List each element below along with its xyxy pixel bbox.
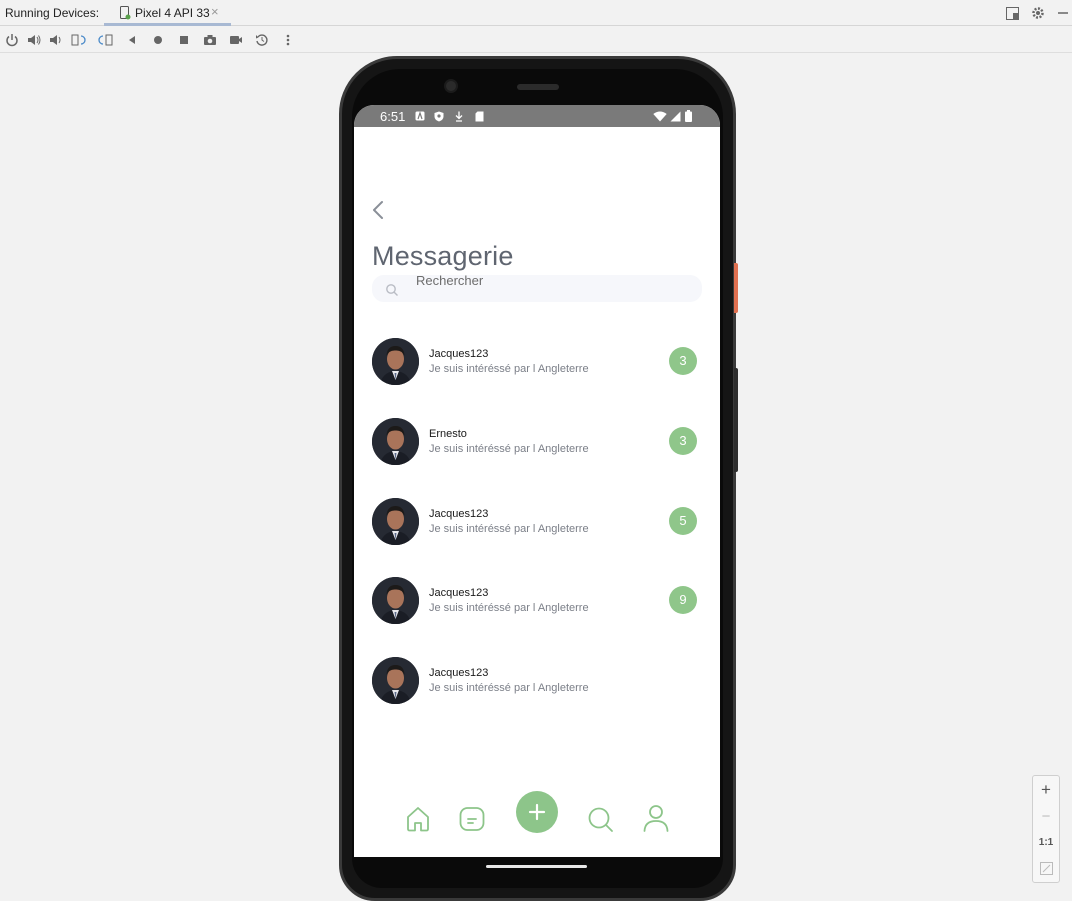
- search-input[interactable]: [416, 275, 686, 291]
- wifi-icon: [653, 110, 667, 122]
- more-icon[interactable]: [280, 32, 296, 48]
- avatar: [372, 657, 419, 704]
- contact-name: Ernesto: [429, 428, 467, 440]
- profile-icon: [643, 805, 669, 832]
- last-message: Je suis intéréssé par l Angleterre: [429, 363, 589, 375]
- unread-badge: 5: [669, 507, 697, 535]
- page-title: Messagerie: [372, 241, 514, 271]
- search-icon: [386, 284, 398, 296]
- bottom-navigation: [354, 785, 720, 845]
- cellular-signal-icon: [669, 110, 681, 122]
- power-side-button[interactable]: [734, 263, 738, 313]
- status-time: 6:51: [380, 109, 406, 124]
- zoom-in-button[interactable]: +: [1033, 777, 1059, 803]
- unread-badge: 3: [669, 347, 697, 375]
- earpiece-speaker: [517, 84, 559, 90]
- chevron-left-icon: [373, 201, 383, 219]
- search-icon: [588, 807, 613, 832]
- device-toolbar: [0, 27, 1072, 53]
- battery-icon: [684, 110, 692, 122]
- rotate-right-icon[interactable]: [97, 32, 113, 48]
- avatar: [372, 498, 419, 545]
- plus-icon: [528, 803, 546, 821]
- nav-messages-button[interactable]: [458, 805, 486, 833]
- front-camera: [444, 79, 458, 93]
- search-bar[interactable]: [372, 275, 702, 302]
- sd-card-icon: [473, 110, 485, 122]
- conversation-item[interactable]: Ernesto Je suis intéréssé par l Angleter…: [370, 418, 702, 468]
- messages-icon: [459, 807, 485, 831]
- nav-home-button[interactable]: [404, 804, 432, 834]
- nav-profile-button[interactable]: [641, 803, 671, 833]
- conversation-item[interactable]: Jacques123 Je suis intéréssé par l Angle…: [370, 657, 702, 707]
- home-icon: [407, 807, 429, 832]
- volume-down-icon[interactable]: [48, 32, 64, 48]
- conversation-item[interactable]: Jacques123 Je suis intéréssé par l Angle…: [370, 498, 702, 548]
- status-bar: 6:51: [354, 105, 720, 127]
- contact-name: Jacques123: [429, 508, 489, 520]
- contact-name: Jacques123: [429, 587, 489, 599]
- tab-pixel-4-api-33[interactable]: Pixel 4 API 33 ×: [104, 0, 231, 26]
- back-button[interactable]: [368, 199, 388, 221]
- screen-record-icon[interactable]: [228, 32, 244, 48]
- volume-up-icon[interactable]: [26, 32, 42, 48]
- gesture-home-indicator[interactable]: [486, 865, 587, 868]
- volume-side-button[interactable]: [734, 368, 738, 472]
- screenshot-icon[interactable]: [202, 32, 218, 48]
- conversation-item[interactable]: Jacques123 Je suis intéréssé par l Angle…: [370, 338, 702, 388]
- reset-icon[interactable]: [254, 32, 270, 48]
- actual-size-button[interactable]: 1:1: [1033, 829, 1059, 855]
- last-message: Je suis intéréssé par l Angleterre: [429, 523, 589, 535]
- nav-search-button[interactable]: [586, 805, 616, 835]
- unread-badge: 3: [669, 427, 697, 455]
- home-button-icon[interactable]: [150, 32, 166, 48]
- layout-icon[interactable]: [1004, 5, 1020, 21]
- avatar: [372, 577, 419, 624]
- last-message: Je suis intéréssé par l Angleterre: [429, 443, 589, 455]
- unread-badge: 9: [669, 586, 697, 614]
- last-message: Je suis intéréssé par l Angleterre: [429, 602, 589, 614]
- fit-screen-button[interactable]: [1033, 855, 1059, 881]
- device-screen: 6:51 Messagerie Ja: [354, 105, 720, 857]
- avatar: [372, 418, 419, 465]
- add-button[interactable]: [516, 791, 558, 833]
- zoom-controls: + − 1:1: [1032, 775, 1060, 883]
- running-devices-header: Running Devices: Pixel 4 API 33 ×: [0, 0, 1072, 26]
- power-icon[interactable]: [4, 32, 20, 48]
- gear-icon[interactable]: [1030, 5, 1046, 21]
- minimize-icon[interactable]: [1055, 5, 1071, 21]
- contact-name: Jacques123: [429, 348, 489, 360]
- last-message: Je suis intéréssé par l Angleterre: [429, 682, 589, 694]
- conversation-item[interactable]: Jacques123 Je suis intéréssé par l Angle…: [370, 577, 702, 627]
- rotate-left-icon[interactable]: [71, 32, 87, 48]
- device-icon: [120, 6, 131, 20]
- contact-name: Jacques123: [429, 667, 489, 679]
- close-tab-button[interactable]: ×: [211, 4, 219, 19]
- download-icon: [453, 110, 465, 122]
- avatar: [372, 338, 419, 385]
- notification-a-icon: [414, 110, 426, 122]
- tab-label: Pixel 4 API 33: [135, 6, 210, 20]
- back-icon[interactable]: [124, 32, 140, 48]
- fit-screen-icon: [1039, 861, 1053, 875]
- overview-icon[interactable]: [176, 32, 192, 48]
- panel-title: Running Devices:: [5, 6, 100, 20]
- zoom-out-button[interactable]: −: [1033, 803, 1059, 829]
- shield-icon: [433, 110, 445, 122]
